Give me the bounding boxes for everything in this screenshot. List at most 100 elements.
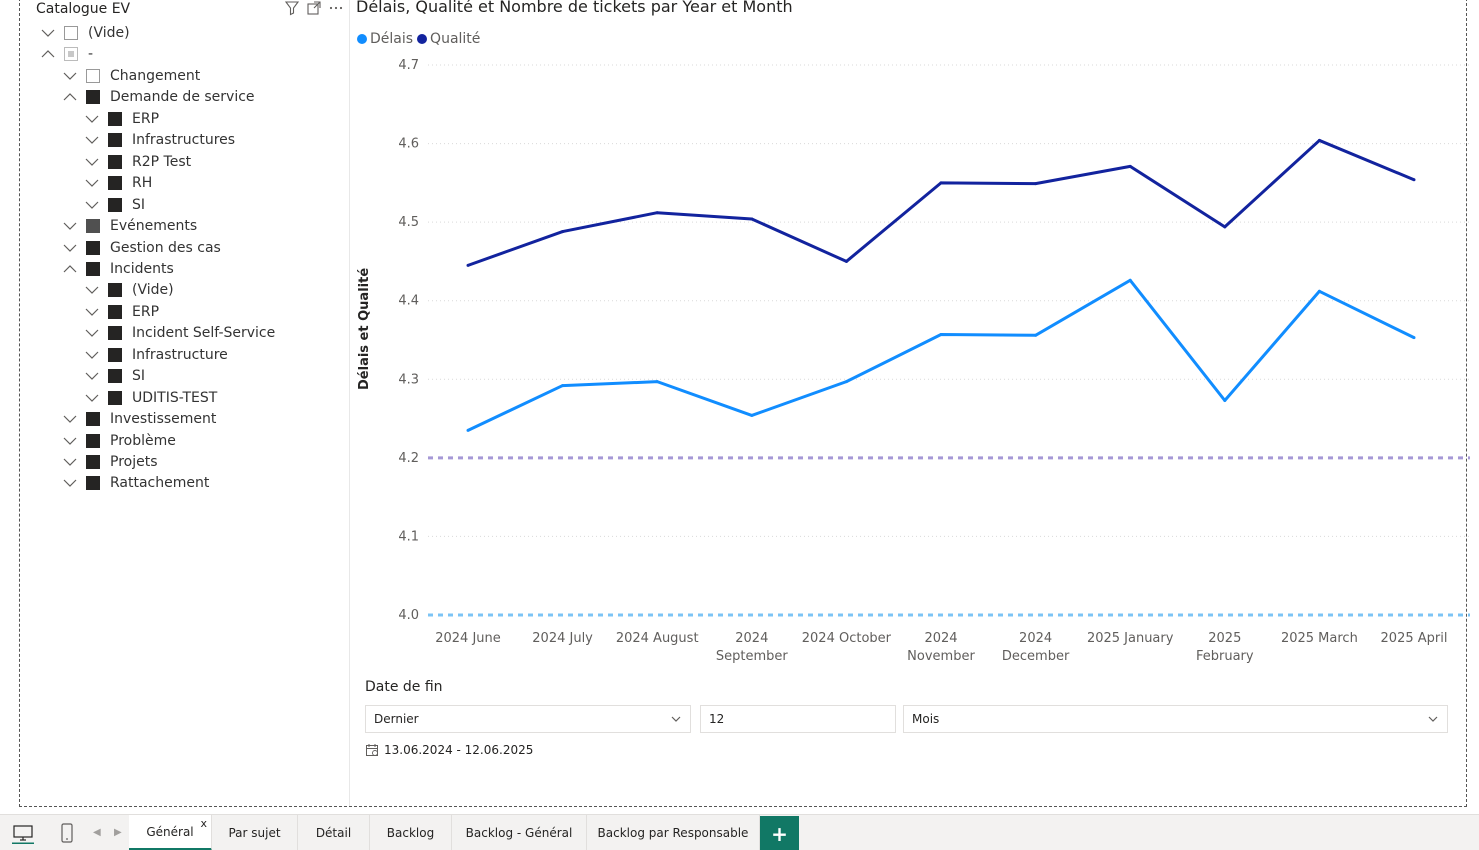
slicer-checkbox[interactable] <box>64 47 78 62</box>
page-tab[interactable]: Backlog - Général <box>452 815 587 850</box>
slicer-item[interactable]: Evénements <box>62 216 197 236</box>
slicer-item[interactable]: R2P Test <box>84 152 191 172</box>
slicer-checkbox[interactable] <box>108 176 122 191</box>
mobile-layout-icon[interactable] <box>56 822 78 844</box>
date-count-input[interactable]: 12 <box>700 705 896 733</box>
x-tick-label: 2024 July <box>532 631 593 646</box>
y-axis-title: Délais et Qualité <box>357 267 372 390</box>
chevron-down-icon[interactable] <box>62 433 78 449</box>
chevron-up-icon[interactable] <box>62 89 78 105</box>
date-mode-dropdown[interactable]: Dernier <box>365 705 691 733</box>
date-mode-value: Dernier <box>374 712 419 726</box>
slicer-checkbox[interactable] <box>108 304 122 319</box>
chevron-down-icon[interactable] <box>62 68 78 84</box>
slicer-item[interactable]: SI <box>84 195 145 215</box>
slicer-item[interactable]: ERP <box>84 302 159 322</box>
chevron-down-icon[interactable] <box>62 475 78 491</box>
date-unit-dropdown[interactable]: Mois <box>903 705 1448 733</box>
slicer-item[interactable]: RH <box>84 173 152 193</box>
chevron-down-icon[interactable] <box>62 454 78 470</box>
desktop-layout-icon[interactable] <box>12 822 34 845</box>
chevron-down-icon[interactable] <box>84 304 100 320</box>
slicer-item[interactable]: Demande de service <box>62 87 255 107</box>
chevron-down-icon[interactable] <box>84 132 100 148</box>
data-point <box>939 333 943 336</box>
chevron-down-icon[interactable] <box>84 325 100 341</box>
slicer-checkbox[interactable] <box>86 412 100 427</box>
slicer-item[interactable]: Incidents <box>62 259 174 279</box>
chevron-down-icon[interactable] <box>40 25 56 41</box>
chevron-down-icon[interactable] <box>84 368 100 384</box>
chevron-down-icon[interactable] <box>62 240 78 256</box>
chevron-up-icon[interactable] <box>62 261 78 277</box>
slicer-item[interactable]: (Vide) <box>84 280 174 300</box>
slicer-checkbox[interactable] <box>108 347 122 362</box>
chevron-down-icon[interactable] <box>62 218 78 234</box>
chevron-down-icon[interactable] <box>62 411 78 427</box>
page-tab[interactable]: Backlog par Responsable <box>587 815 760 850</box>
slicer-item[interactable]: Projets <box>62 452 158 472</box>
filter-icon[interactable] <box>284 0 300 16</box>
slicer-item[interactable]: - <box>40 44 93 64</box>
slicer-item[interactable]: Investissement <box>62 409 216 429</box>
chevron-down-icon[interactable] <box>84 111 100 127</box>
chevron-down-icon[interactable] <box>84 175 100 191</box>
slicer-item[interactable]: Changement <box>62 66 200 86</box>
page-tab[interactable]: Backlog <box>370 815 452 850</box>
tab-scroll-left-icon[interactable]: ◀ <box>93 827 101 838</box>
slicer-checkbox[interactable] <box>86 90 100 105</box>
page-tab[interactable]: Général x <box>129 815 212 850</box>
more-options-icon[interactable] <box>328 0 344 16</box>
slicer-checkbox[interactable] <box>86 476 100 491</box>
close-tab-icon[interactable]: x <box>200 817 207 830</box>
slicer-checkbox[interactable] <box>108 111 122 126</box>
x-tick-label: 2025 <box>1208 631 1241 646</box>
page-tab-label: Backlog par Responsable <box>597 826 749 840</box>
data-point <box>844 259 848 263</box>
slicer-checkbox[interactable] <box>86 261 100 276</box>
slicer-checkbox[interactable] <box>86 433 100 448</box>
line-chart[interactable]: 4.7 4.6 4.5 4.4 4.3 4.2 4.1 4.0 2024 June 2024 Ju… <box>380 50 1470 680</box>
slicer-checkbox[interactable] <box>108 197 122 212</box>
slicer-checkbox[interactable] <box>86 240 100 255</box>
date-count-value: 12 <box>709 712 725 726</box>
x-tick-label: 2025 April <box>1381 631 1448 646</box>
slicer-checkbox[interactable] <box>108 390 122 405</box>
chevron-down-icon[interactable] <box>84 197 100 213</box>
slicer-item[interactable]: UDITIS-TEST <box>84 388 217 408</box>
tab-scroll-right-icon[interactable]: ▶ <box>114 827 122 838</box>
slicer-item-label: (Vide) <box>132 282 174 299</box>
slicer-item[interactable]: Infrastructure <box>84 345 228 365</box>
slicer-item[interactable]: (Vide) <box>40 23 130 43</box>
chevron-down-icon[interactable] <box>84 282 100 298</box>
slicer-checkbox[interactable] <box>108 326 122 341</box>
chevron-up-icon[interactable] <box>40 46 56 62</box>
slicer-item[interactable]: Incident Self-Service <box>84 323 275 343</box>
page-tab[interactable]: Par sujet <box>212 815 298 850</box>
add-page-button[interactable]: + <box>760 816 799 850</box>
chevron-down-icon[interactable] <box>84 154 100 170</box>
page-tab[interactable]: Détail <box>298 815 370 850</box>
data-point <box>844 380 848 384</box>
legend-item-qualite[interactable]: Qualité <box>417 31 480 47</box>
slicer-item[interactable]: Rattachement <box>62 473 209 493</box>
legend-label-delais: Délais <box>370 31 414 47</box>
slicer-checkbox[interactable] <box>108 133 122 148</box>
chevron-down-icon[interactable] <box>84 347 100 363</box>
legend-item-delais[interactable]: Délais <box>357 31 413 47</box>
slicer-item[interactable]: Gestion des cas <box>62 238 221 258</box>
slicer-checkbox[interactable] <box>108 154 122 169</box>
slicer-item[interactable]: Problème <box>62 431 176 451</box>
slicer-checkbox[interactable] <box>86 68 100 83</box>
slicer-checkbox[interactable] <box>108 283 122 298</box>
slicer-checkbox[interactable] <box>108 369 122 384</box>
slicer-checkbox[interactable] <box>64 26 78 40</box>
focus-mode-icon[interactable] <box>306 0 322 16</box>
slicer-checkbox[interactable] <box>86 219 100 234</box>
chevron-down-icon[interactable] <box>84 390 100 406</box>
slicer-item[interactable]: ERP <box>84 109 159 129</box>
slicer-item[interactable]: SI <box>84 366 145 386</box>
data-point <box>655 380 659 384</box>
slicer-checkbox[interactable] <box>86 455 100 469</box>
slicer-item[interactable]: Infrastructures <box>84 130 235 150</box>
